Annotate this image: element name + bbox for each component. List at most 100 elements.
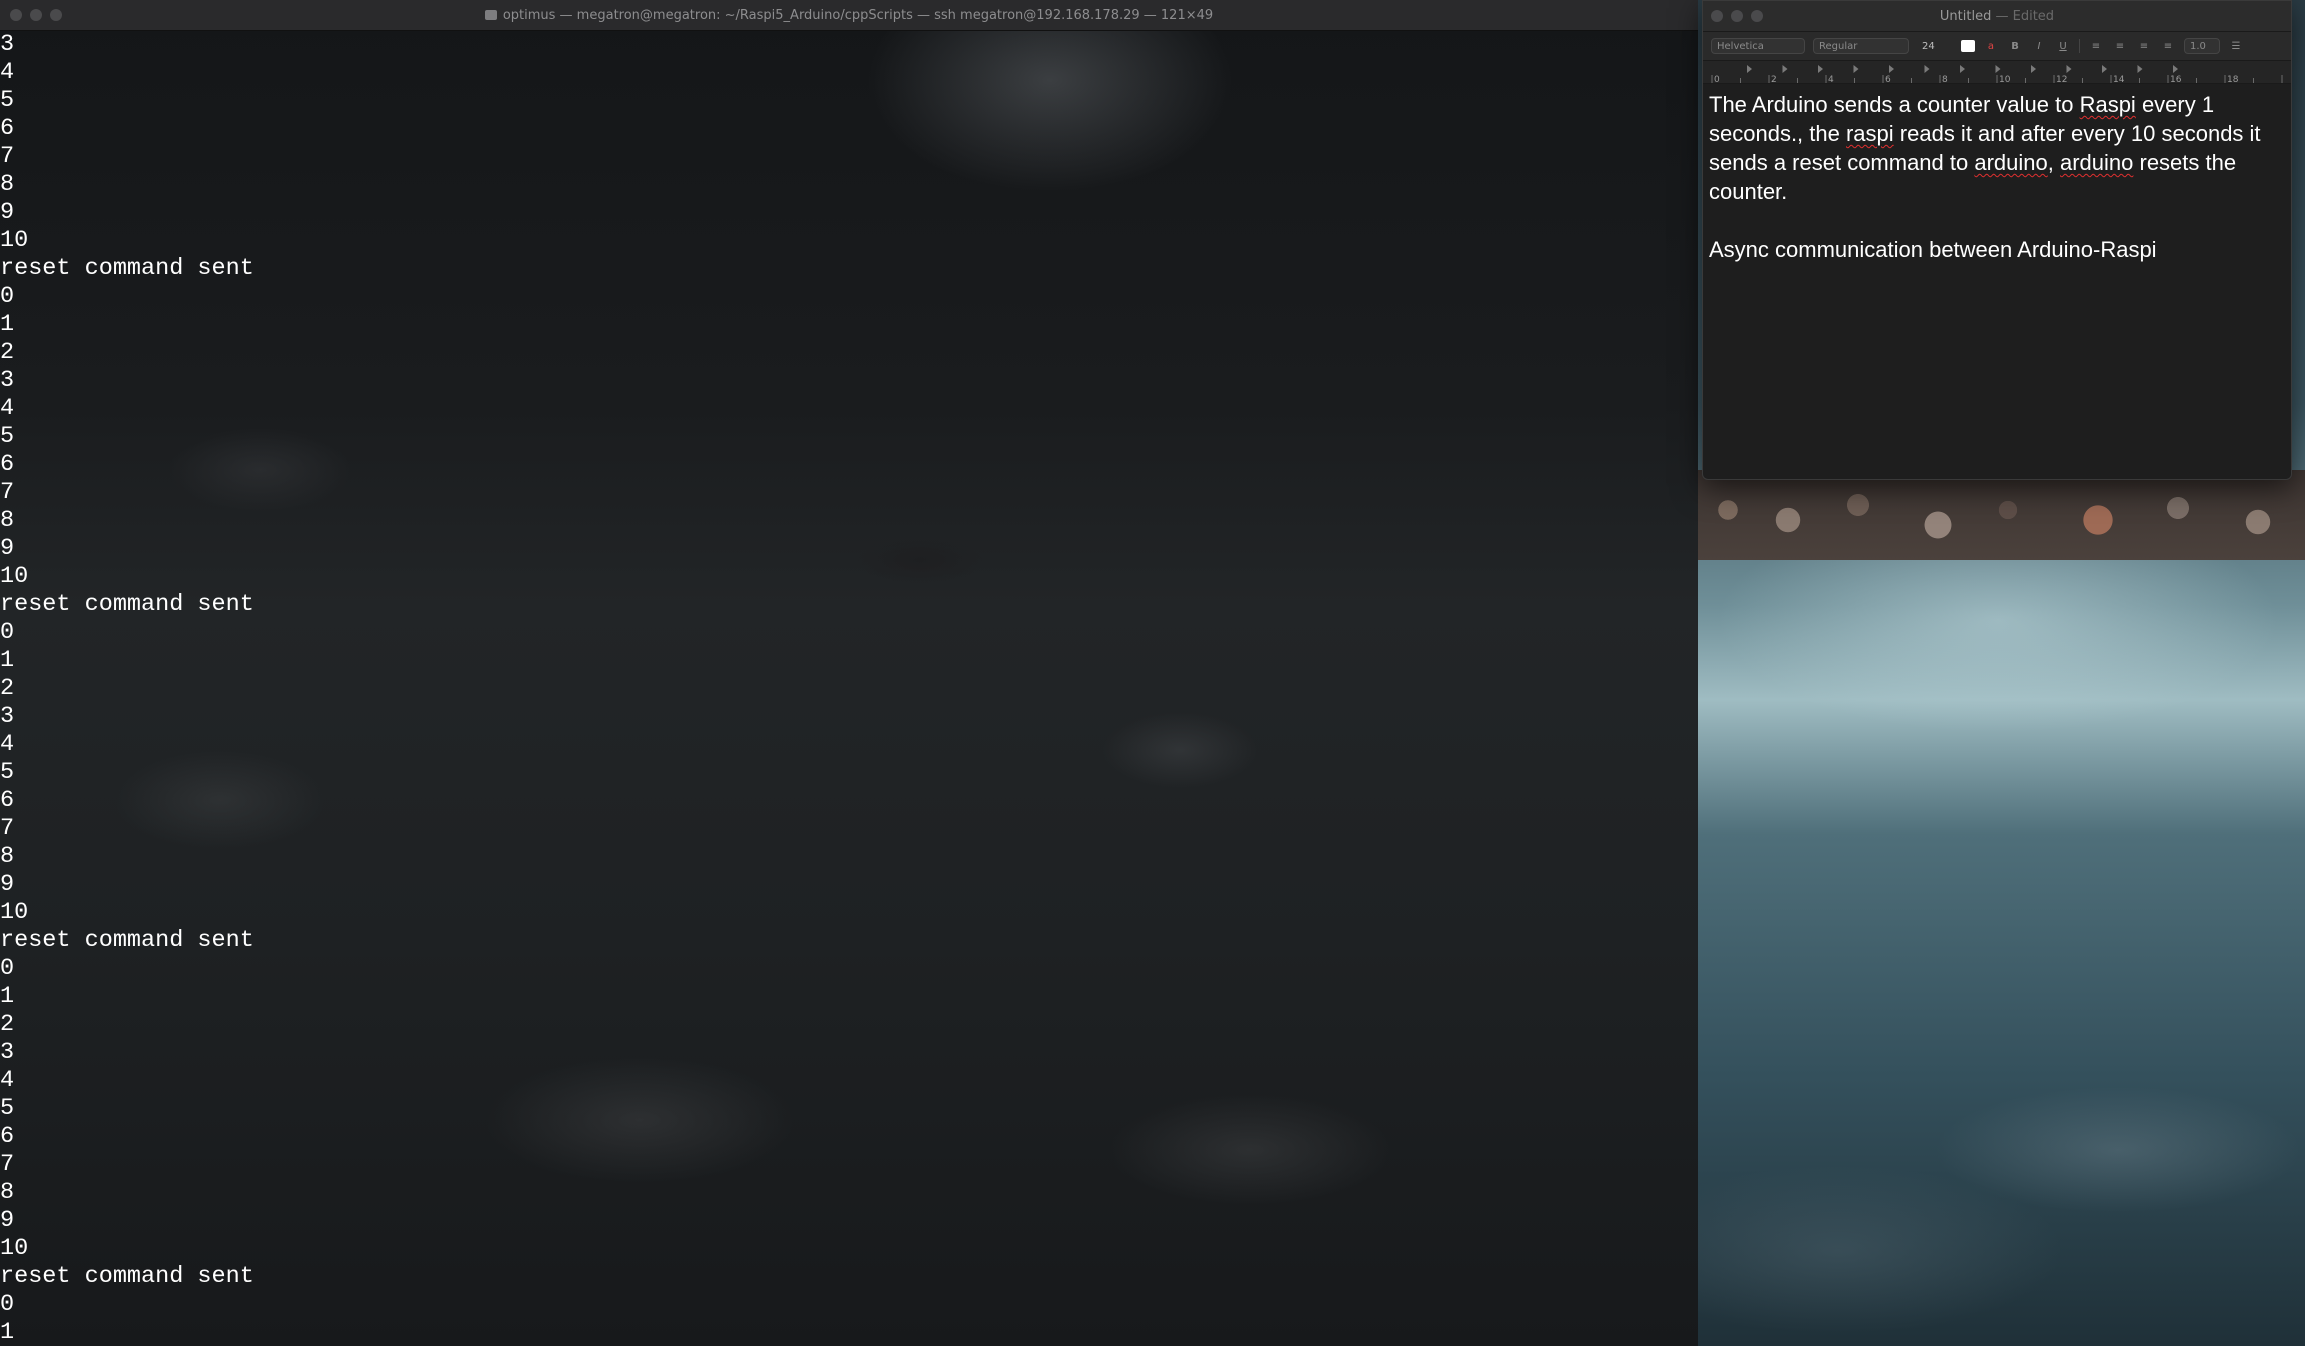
tab-stop-icon — [2102, 65, 2107, 73]
terminal-line: 3 — [0, 31, 15, 58]
terminal-line: 2 — [0, 1011, 15, 1038]
textedit-window-controls — [1711, 10, 1763, 22]
font-size-value: 24 — [1922, 40, 1935, 52]
ruler-number: 14 — [2113, 75, 2125, 83]
edited-status: Edited — [2012, 8, 2055, 24]
terminal-line: 3 — [0, 367, 15, 394]
bold-label: B — [2011, 40, 2019, 52]
ruler[interactable]: 02468101214161820 — [1703, 61, 2291, 84]
ruler-number: 4 — [1828, 75, 1834, 83]
terminal-line: 0 — [0, 619, 15, 646]
tab-stop-icon — [1924, 65, 1930, 73]
terminal-line: 3 — [0, 703, 15, 730]
tab-stop-icon — [1782, 65, 1788, 73]
italic-label: I — [2037, 40, 2041, 52]
textedit-window[interactable]: Untitled — Edited Helvetica Regular 24 a… — [1702, 0, 2292, 480]
misspelled-word[interactable]: arduino — [1974, 150, 2047, 175]
ruler-number: 16 — [2170, 75, 2182, 83]
ruler-number: 2 — [1771, 75, 1777, 83]
misspelled-word[interactable]: raspi — [1846, 121, 1894, 146]
terminal-line: 4 — [0, 731, 15, 758]
terminal-line: reset command sent — [0, 255, 254, 282]
ruler-number: 8 — [1942, 75, 1948, 83]
terminal-line: 6 — [0, 787, 15, 814]
tab-stop-icon — [1747, 65, 1752, 73]
line-spacing-value: 1.0 — [2190, 40, 2206, 52]
terminal-line: 8 — [0, 507, 15, 534]
terminal-line: 9 — [0, 199, 15, 226]
terminal-title-text: optimus — megatron@megatron: ~/Raspi5_Ar… — [502, 7, 1214, 23]
terminal-line: 5 — [0, 1095, 15, 1122]
terminal-line: 7 — [0, 479, 15, 506]
ruler-number: 6 — [1885, 75, 1891, 83]
terminal-line: 1 — [0, 1319, 15, 1346]
terminal-line: 1 — [0, 983, 15, 1010]
textedit-title: Untitled — Edited — [1940, 9, 2054, 24]
tab-stop-icon — [1818, 65, 1823, 73]
align-right-icon[interactable]: ≡ — [2136, 38, 2152, 54]
highlight-color-button[interactable]: a — [1983, 38, 1999, 54]
terminal-output[interactable]: 3 4 5 6 7 8 9 10 reset command sent 0 1 2 3 4 5 6 7 8 9 10 r… — [0, 31, 1698, 1346]
format-toolbar: Helvetica Regular 24 a B I U ≡ ≡ ≡ ≡ 1.0… — [1703, 31, 2291, 61]
terminal-titlebar[interactable]: optimus — megatron@megatron: ~/Raspi5_Ar… — [0, 0, 1698, 31]
terminal-line: reset command sent — [0, 591, 254, 618]
terminal-line: 10 — [0, 563, 29, 590]
tab-stop-icon — [1960, 65, 1965, 73]
terminal-line: 4 — [0, 1067, 15, 1094]
folder-icon — [484, 10, 497, 20]
line-spacing-select[interactable]: 1.0 — [2184, 38, 2220, 54]
zoom-button[interactable] — [1751, 10, 1763, 22]
align-center-icon[interactable]: ≡ — [2112, 38, 2128, 54]
terminal-line: 4 — [0, 59, 15, 86]
ruler-number: 18 — [2227, 75, 2239, 83]
text-run: , — [2047, 150, 2060, 175]
terminal-line: 0 — [0, 283, 15, 310]
terminal-line: 4 — [0, 395, 15, 422]
close-button[interactable] — [1711, 10, 1723, 22]
tab-stop-icon — [2173, 65, 2178, 73]
paragraph-1: The Arduino sends a counter value to Ras… — [1709, 90, 2285, 206]
highlight-label: a — [1987, 40, 1995, 52]
underline-label: U — [2059, 40, 2067, 52]
window-controls — [10, 9, 62, 21]
wallpaper-rocks — [1698, 470, 2305, 560]
font-size-field[interactable]: 24 — [1917, 38, 1953, 54]
font-style-select[interactable]: Regular — [1813, 38, 1909, 54]
title-separator: — — [1991, 8, 2013, 24]
minimize-button[interactable] — [1731, 10, 1743, 22]
tab-stop-icon — [2137, 65, 2143, 73]
text-run: The Arduino sends a counter value to — [1709, 92, 2080, 117]
ruler-number: 12 — [2056, 75, 2067, 83]
paragraph-2: Async communication between Arduino-Rasp… — [1709, 237, 2157, 262]
bold-button[interactable]: B — [2007, 38, 2023, 54]
terminal-line: 10 — [0, 899, 29, 926]
font-family-select[interactable]: Helvetica — [1711, 38, 1805, 54]
misspelled-word[interactable]: arduino — [2060, 150, 2133, 175]
underline-button[interactable]: U — [2055, 38, 2071, 54]
misspelled-word[interactable]: Raspi — [2080, 92, 2136, 117]
text-color-swatch[interactable] — [1961, 40, 1975, 52]
italic-button[interactable]: I — [2031, 38, 2047, 54]
justify-icon[interactable]: ≡ — [2160, 38, 2176, 54]
align-left-icon[interactable]: ≡ — [2088, 38, 2104, 54]
terminal-line: 0 — [0, 955, 15, 982]
list-bullets-icon[interactable]: ☰ — [2228, 38, 2244, 54]
close-button[interactable] — [10, 9, 22, 21]
minimize-button[interactable] — [30, 9, 42, 21]
terminal-line: 0 — [0, 1291, 15, 1318]
tab-stop-icon — [2031, 65, 2036, 73]
terminal-line: 8 — [0, 171, 15, 198]
terminal-title: optimus — megatron@megatron: ~/Raspi5_Ar… — [484, 7, 1214, 23]
terminal-line: 1 — [0, 311, 15, 338]
document-body[interactable]: The Arduino sends a counter value to Ras… — [1703, 84, 2291, 264]
textedit-titlebar[interactable]: Untitled — Edited — [1703, 1, 2291, 31]
terminal-line: 7 — [0, 143, 15, 170]
terminal-window[interactable]: optimus — megatron@megatron: ~/Raspi5_Ar… — [0, 0, 1698, 1346]
terminal-line: 5 — [0, 759, 15, 786]
ruler-number: 0 — [1714, 75, 1720, 83]
terminal-line: 8 — [0, 1179, 15, 1206]
terminal-line: 6 — [0, 1123, 15, 1150]
terminal-line: 10 — [0, 1235, 29, 1262]
zoom-button[interactable] — [50, 9, 62, 21]
